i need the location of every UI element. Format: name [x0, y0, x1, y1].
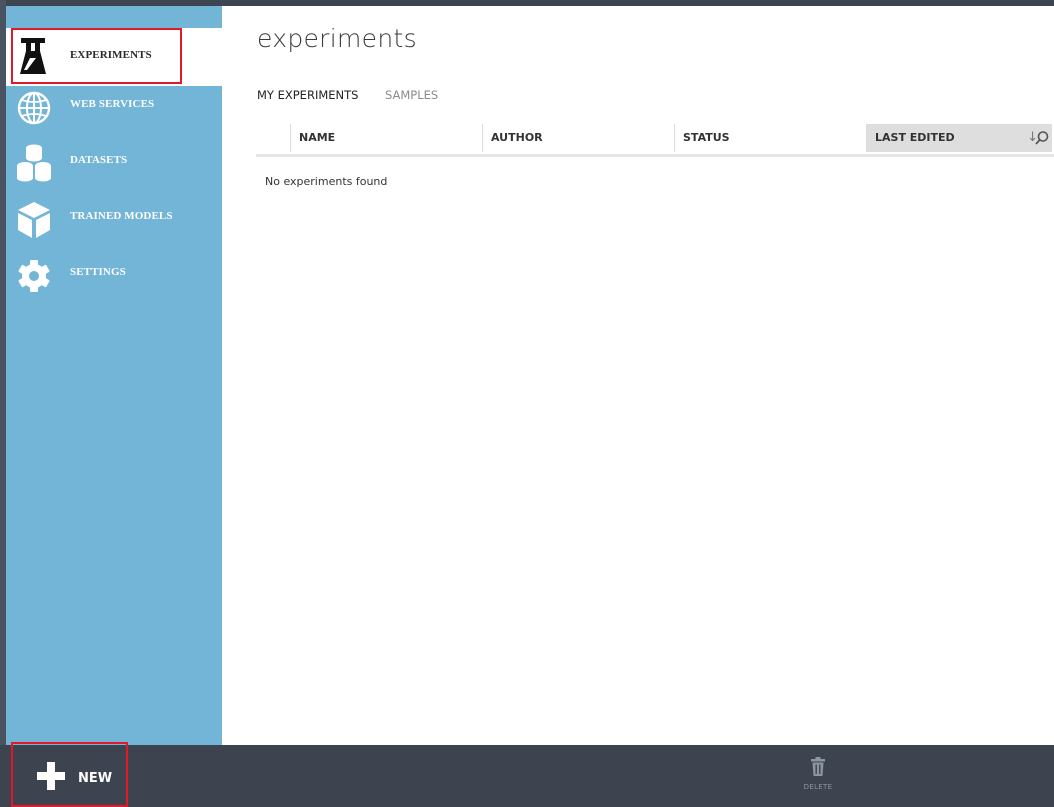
column-author[interactable]: AUTHOR	[482, 124, 674, 152]
new-button-label: NEW	[78, 770, 113, 786]
sidebar-item-trained-models[interactable]: TRAINED MODELS	[6, 198, 222, 250]
column-status[interactable]: STATUS	[674, 124, 866, 152]
search-icon[interactable]	[1034, 130, 1050, 146]
sidebar-item-web-services[interactable]: WEB SERVICES	[6, 86, 222, 138]
cube-icon	[16, 200, 52, 240]
column-last-edited-label: LAST EDITED	[875, 131, 955, 144]
main-content: experiments MY EXPERIMENTS SAMPLES NAME …	[222, 6, 1054, 745]
sidebar-item-label: WEB SERVICES	[70, 98, 155, 110]
tab-my-experiments[interactable]: MY EXPERIMENTS	[257, 88, 358, 102]
sidebar-item-settings[interactable]: SETTINGS	[6, 254, 222, 306]
sidebar: EXPERIMENTS WEB SERVICES DATASETS TRAINE…	[6, 6, 222, 745]
page-title: experiments	[257, 24, 417, 53]
new-button[interactable]: NEW	[36, 762, 113, 791]
globe-icon	[16, 90, 52, 130]
table-header: NAME AUTHOR STATUS LAST EDITED ↓	[256, 124, 1054, 157]
database-icon	[16, 142, 52, 182]
sidebar-item-experiments[interactable]: EXPERIMENTS	[6, 28, 222, 86]
sidebar-item-datasets[interactable]: DATASETS	[6, 142, 222, 194]
column-name[interactable]: NAME	[290, 124, 482, 152]
empty-table-message: No experiments found	[265, 175, 388, 188]
column-last-edited[interactable]: LAST EDITED ↓	[866, 124, 1052, 152]
trash-icon	[810, 757, 826, 781]
sidebar-item-label: TRAINED MODELS	[70, 210, 173, 222]
plus-icon	[36, 761, 66, 795]
command-bar: NEW DELETE	[0, 745, 1054, 807]
sidebar-item-label: DATASETS	[70, 154, 128, 166]
sidebar-item-label: SETTINGS	[70, 266, 126, 278]
tab-samples[interactable]: SAMPLES	[385, 88, 438, 102]
sidebar-item-label: EXPERIMENTS	[70, 49, 152, 61]
delete-button[interactable]: DELETE	[800, 757, 836, 797]
flask-icon	[16, 36, 52, 76]
delete-button-label: DELETE	[803, 783, 833, 791]
gear-icon	[16, 258, 52, 298]
